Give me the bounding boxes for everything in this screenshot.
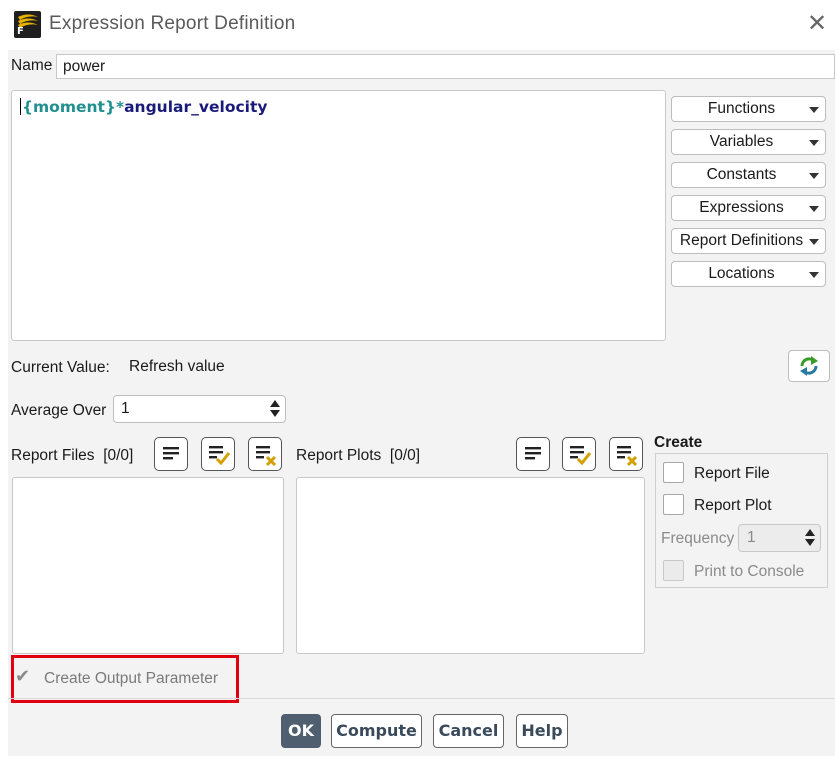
create-output-parameter-checkbox[interactable]: ✔ <box>15 666 30 687</box>
current-value-label: Current Value: <box>11 359 110 376</box>
constants-dropdown-label: Constants <box>706 166 777 183</box>
functions-dropdown[interactable]: Functions <box>671 96 826 122</box>
expression-part-moment: {moment} <box>22 98 116 116</box>
print-to-console-checkbox[interactable] <box>663 560 684 581</box>
constants-dropdown[interactable]: Constants <box>671 162 826 188</box>
refresh-icon <box>800 356 818 376</box>
list-lines-icon <box>163 447 179 460</box>
report-files-count: [0/0] <box>103 447 134 464</box>
compute-button[interactable]: Compute <box>331 714 422 748</box>
variables-dropdown[interactable]: Variables <box>671 129 826 155</box>
report-file-checkbox[interactable] <box>663 462 684 483</box>
list-clear-icon <box>256 446 277 467</box>
name-input[interactable]: power <box>56 54 835 79</box>
report-files-label-text: Report Files <box>11 447 95 464</box>
current-value-text: Refresh value <box>129 358 225 375</box>
locations-dropdown[interactable]: Locations <box>671 261 826 287</box>
chevron-down-icon <box>809 272 819 278</box>
report-plots-label-text: Report Plots <box>296 447 382 464</box>
close-icon[interactable]: ✕ <box>803 10 831 38</box>
report-file-label: Report File <box>694 465 770 482</box>
expression-part-angular-velocity: angular_velocity <box>124 98 268 116</box>
spinner-arrows-icon[interactable] <box>805 528 815 548</box>
frequency-value: 1 <box>747 529 756 546</box>
spinner-arrows-icon[interactable] <box>270 399 280 419</box>
app-icon-letter: F <box>17 26 24 37</box>
expressions-dropdown[interactable]: Expressions <box>671 195 826 221</box>
ok-button[interactable]: OK <box>281 714 321 748</box>
report-definitions-dropdown-label: Report Definitions <box>679 232 804 249</box>
chevron-down-icon <box>809 206 819 212</box>
average-over-spinner[interactable]: 1 <box>113 395 286 423</box>
report-definitions-dropdown[interactable]: Report Definitions <box>671 228 826 254</box>
create-output-parameter-label: Create Output Parameter <box>44 670 219 687</box>
average-over-value: 1 <box>121 400 130 417</box>
cancel-button[interactable]: Cancel <box>433 714 504 748</box>
list-clear-icon <box>617 446 638 467</box>
report-plots-list[interactable] <box>296 477 645 654</box>
frequency-label: Frequency <box>661 530 735 547</box>
window-title: Expression Report Definition <box>49 13 296 34</box>
chevron-down-icon <box>809 239 819 245</box>
create-group-title: Create <box>654 434 703 451</box>
average-over-label: Average Over <box>11 402 107 419</box>
frequency-spinner[interactable]: 1 <box>738 524 821 552</box>
chevron-down-icon <box>809 107 819 113</box>
expression-text: {moment}*angular_velocity <box>20 98 267 116</box>
expression-editor[interactable]: {moment}*angular_velocity <box>11 90 666 341</box>
report-plots-clear-button[interactable] <box>609 437 643 471</box>
button-divider <box>8 698 835 699</box>
name-label: Name <box>11 57 53 74</box>
report-plot-checkbox[interactable] <box>663 494 684 515</box>
list-lines-icon <box>525 447 541 460</box>
expression-operator: * <box>115 98 125 116</box>
report-plots-select-all-button[interactable] <box>516 437 550 471</box>
report-files-select-all-button[interactable] <box>154 437 188 471</box>
report-plots-label: Report Plots [0/0] <box>296 447 420 465</box>
report-files-list[interactable] <box>12 477 284 654</box>
report-plots-count: [0/0] <box>389 447 421 464</box>
variables-dropdown-label: Variables <box>709 133 774 150</box>
expressions-dropdown-label: Expressions <box>699 199 784 216</box>
report-files-clear-button[interactable] <box>248 437 282 471</box>
refresh-button[interactable] <box>788 350 830 382</box>
locations-dropdown-label: Locations <box>708 265 775 282</box>
report-plot-label: Report Plot <box>694 497 772 514</box>
chevron-down-icon <box>809 140 819 146</box>
text-caret <box>20 98 21 115</box>
functions-dropdown-label: Functions <box>707 100 776 117</box>
report-files-check-button[interactable] <box>201 437 235 471</box>
help-button[interactable]: Help <box>516 714 568 748</box>
report-files-label: Report Files [0/0] <box>11 447 133 465</box>
chevron-down-icon <box>809 173 819 179</box>
list-check-icon <box>570 446 592 466</box>
print-to-console-label: Print to Console <box>694 563 805 580</box>
report-plots-check-button[interactable] <box>562 437 596 471</box>
list-check-icon <box>209 446 231 466</box>
fluent-app-icon: F <box>14 11 41 38</box>
